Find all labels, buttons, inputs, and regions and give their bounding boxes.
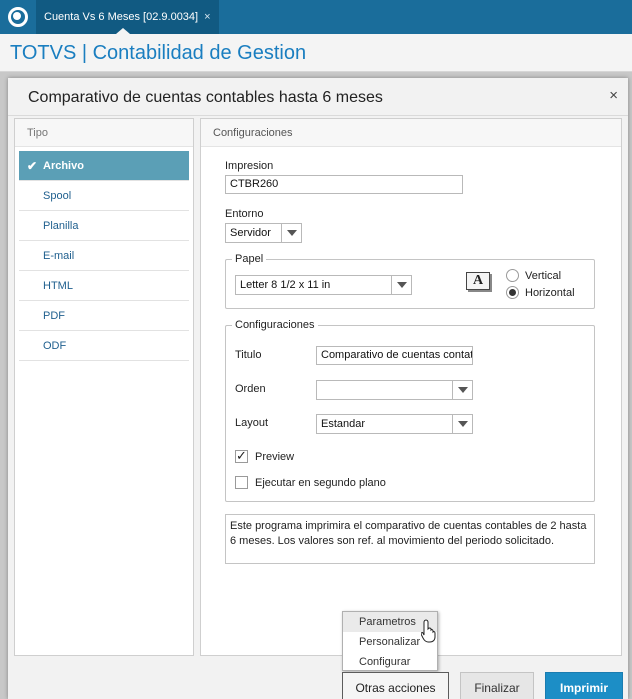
finalizar-button[interactable]: Finalizar [460, 672, 534, 699]
tipo-item-label: E-mail [43, 250, 75, 262]
entorno-select[interactable]: Servidor [225, 223, 302, 243]
paper-size-select[interactable]: Letter 8 1/2 x 11 in [235, 275, 412, 295]
app-header: TOTVS | Contabilidad de Gestion [0, 34, 632, 72]
impresion-label: Impresion [225, 160, 274, 172]
entorno-value: Servidor [230, 227, 271, 239]
titulo-label: Titulo [235, 349, 262, 361]
tipo-item-spool[interactable]: Spool [19, 181, 189, 211]
totvs-logo-icon[interactable] [8, 7, 28, 27]
menu-item-configurar[interactable]: Configurar [343, 652, 437, 672]
configuraciones-legend: Configuraciones [235, 319, 315, 331]
program-description: Este programa imprimira el comparativo d… [225, 514, 595, 564]
preview-label: Preview [255, 451, 295, 463]
hand-cursor-icon [421, 619, 436, 643]
chevron-down-icon [452, 415, 472, 433]
check-icon: ✔ [27, 159, 38, 173]
otras-acciones-button[interactable]: Otras acciones [342, 672, 449, 699]
configuraciones-header: Configuraciones [201, 119, 621, 147]
titulo-input[interactable]: Comparativo de cuentas contat [316, 346, 473, 365]
tipo-item-pdf[interactable]: PDF [19, 301, 189, 331]
tipo-item-label: Planilla [43, 220, 79, 232]
tipo-item-label: Spool [43, 190, 72, 202]
tipo-item-label: Archivo [43, 160, 84, 172]
configuraciones-group: Configuraciones Titulo Comparativo de cu… [225, 319, 595, 502]
tipo-panel: Tipo ✔ Archivo Spool Planilla E-mail HTML… [14, 118, 194, 656]
layout-value: Estandar [321, 418, 366, 430]
dialog-divider [8, 115, 628, 116]
impresion-input[interactable]: CTBR260 [225, 175, 463, 194]
layout-select[interactable]: Estandar [316, 414, 473, 434]
tipo-item-label: ODF [43, 340, 67, 352]
chevron-down-icon [391, 276, 411, 294]
background-label: Ejecutar en segundo plano [255, 477, 386, 489]
chevron-down-icon [452, 381, 472, 399]
vertical-label: Vertical [525, 270, 562, 282]
dialog-title: Comparativo de cuentas contables hasta 6… [28, 89, 383, 106]
vertical-radio[interactable] [506, 269, 519, 282]
tipo-item-html[interactable]: HTML [19, 271, 189, 301]
app-title: TOTVS | Contabilidad de Gestion [10, 42, 307, 64]
orden-label: Orden [235, 383, 266, 395]
tipo-item-label: PDF [43, 310, 65, 322]
layout-label: Layout [235, 417, 269, 429]
tipo-item-planilla[interactable]: Planilla [19, 211, 189, 241]
chevron-down-icon [281, 224, 301, 242]
background-checkbox[interactable] [235, 476, 248, 489]
preview-checkbox[interactable] [235, 448, 248, 464]
horizontal-radio[interactable] [506, 286, 519, 299]
imprimir-button[interactable]: Imprimir [545, 672, 623, 699]
tipo-item-label: HTML [43, 280, 73, 292]
tipo-item-odf[interactable]: ODF [19, 331, 189, 361]
window-tab-bar: Cuenta Vs 6 Meses [02.9.0034] × [0, 0, 632, 34]
tipo-item-email[interactable]: E-mail [19, 241, 189, 271]
tipo-list: ✔ Archivo Spool Planilla E-mail HTML PDF … [15, 147, 193, 361]
tipo-header: Tipo [15, 119, 193, 147]
papel-group: Papel Letter 8 1/2 x 11 in A Vertical Ho… [225, 253, 595, 309]
tipo-item-archivo[interactable]: ✔ Archivo [19, 151, 189, 181]
horizontal-label: Horizontal [525, 287, 575, 299]
tab-close-icon[interactable]: × [204, 0, 210, 34]
orden-select[interactable] [316, 380, 473, 400]
configuraciones-panel: Configuraciones Impresion CTBR260 Entorn… [200, 118, 622, 656]
print-dialog: Comparativo de cuentas contables hasta 6… [8, 78, 628, 699]
papel-legend: Papel [235, 253, 264, 265]
entorno-label: Entorno [225, 208, 264, 220]
font-icon[interactable]: A [466, 272, 490, 290]
dialog-close-icon[interactable]: × [609, 87, 618, 104]
paper-size-value: Letter 8 1/2 x 11 in [240, 279, 331, 291]
